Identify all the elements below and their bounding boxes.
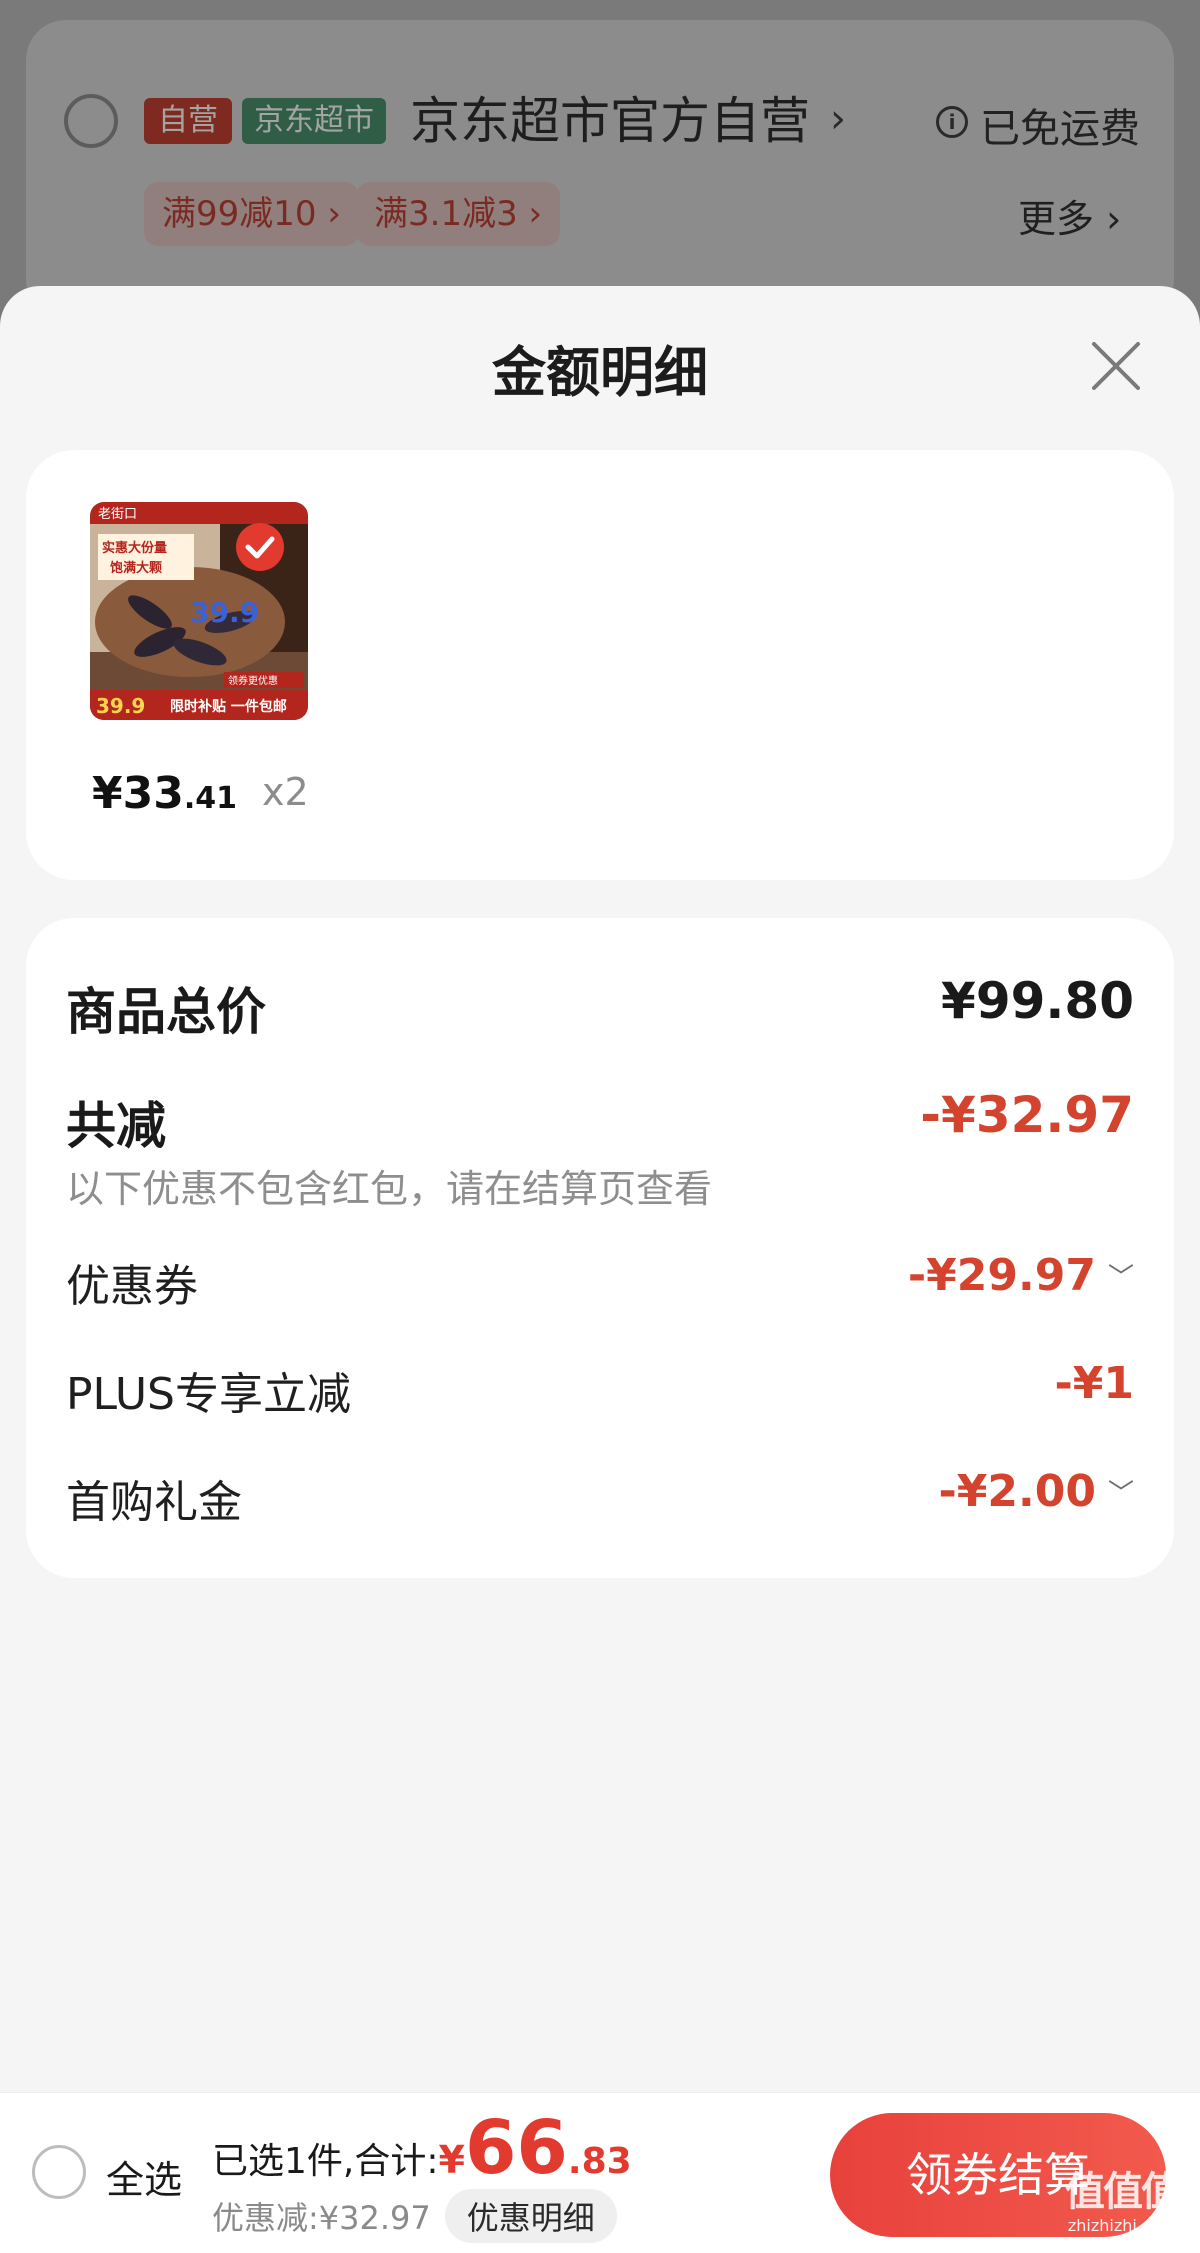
select-all-radio[interactable] xyxy=(32,2145,86,2199)
self-operated-tag: 自营 xyxy=(144,98,232,144)
shop-card xyxy=(26,20,1174,320)
plus-discount-value: -¥1 xyxy=(1054,1358,1135,1409)
jd-supermarket-tag: 京东超市 xyxy=(242,98,386,144)
total-decimal: .83 xyxy=(567,2141,632,2182)
discount-detail-button[interactable]: 优惠明细 xyxy=(444,2189,617,2243)
badge-text: 实惠大份量 xyxy=(102,540,167,556)
total-symbol: ¥ xyxy=(438,2138,465,2182)
shop-name[interactable]: 京东超市官方自营 xyxy=(410,88,810,154)
coupon-label: 优惠券 xyxy=(66,1261,198,1312)
coupon-value: -¥29.97 xyxy=(907,1250,1096,1301)
first-purchase-value: -¥2.00 xyxy=(938,1466,1096,1517)
product-quantity: x2 xyxy=(262,770,309,814)
info-icon[interactable]: i xyxy=(936,106,968,138)
coupon-row-value[interactable]: -¥29.97 ﹀ xyxy=(908,1250,1134,1301)
checkout-bar: 全选 已选1件,合计:¥66.83 优惠减:¥32.97 优惠明细 领券结算 xyxy=(0,2092,1200,2253)
sheet-title: 金额明细 xyxy=(492,341,708,404)
price-decimal: .41 xyxy=(183,781,238,816)
free-shipping-label: 已免运费 xyxy=(980,106,1140,152)
price-tag-text: 39.9 xyxy=(190,596,259,629)
goods-total-label: 商品总价 xyxy=(66,983,266,1041)
coupon-text: 领券更优惠 xyxy=(228,674,278,687)
close-icon[interactable] xyxy=(1086,336,1146,396)
selected-count-text: 已选1件,合计: xyxy=(212,2141,439,2182)
chevron-down-icon[interactable]: ﹀ xyxy=(1108,1473,1134,1510)
price-tag-text: 39.9 xyxy=(96,694,145,718)
product-card: 老街口 实惠大份量 饱满大颗 39.9 领券更优惠 39.9 限时补贴 一件包邮… xyxy=(26,450,1174,880)
discount-line: 优惠减:¥32.97 优惠明细 xyxy=(212,2189,617,2243)
chevron-down-icon[interactable]: ﹀ xyxy=(1108,1257,1134,1294)
plus-discount-label: PLUS专享立减 xyxy=(66,1369,351,1420)
total-integer: 66 xyxy=(464,2105,568,2191)
goods-total-value: ¥99.80 xyxy=(941,972,1134,1030)
promo-tag[interactable]: 满3.1减3 › xyxy=(356,182,561,246)
select-all-label[interactable]: 全选 xyxy=(106,2149,182,2204)
watermark-url: zhizhizhi.com xyxy=(1067,2216,1177,2235)
total-discount-label: 共减 xyxy=(66,1097,166,1155)
first-purchase-row-value[interactable]: -¥2.00 ﹀ xyxy=(939,1466,1134,1517)
promo-tag[interactable]: 满99减10 › xyxy=(144,182,359,246)
discount-amount-text: 优惠减:¥32.97 xyxy=(212,2199,431,2237)
first-purchase-label: 首购礼金 xyxy=(66,1477,242,1528)
chevron-right-icon: › xyxy=(830,96,846,142)
brand-text: 老街口 xyxy=(98,507,137,522)
product-price: ¥33.41 xyxy=(92,768,237,819)
amount-detail-sheet: 金额明细 老街口 实惠大份量 饱满大颗 39.9 领券更优惠 39.9 限时补贴… xyxy=(0,286,1200,2092)
price-integer: ¥33 xyxy=(92,768,184,819)
product-thumbnail[interactable]: 老街口 实惠大份量 饱满大颗 39.9 领券更优惠 39.9 限时补贴 一件包邮 xyxy=(90,502,308,720)
watermark: 值值值 zhizhizhi.com xyxy=(1050,2168,1194,2236)
price-summary-card: 商品总价 ¥99.80 共减 -¥32.97 以下优惠不包含红包，请在结算页查看… xyxy=(26,918,1174,1578)
shop-select-radio[interactable] xyxy=(64,94,118,148)
watermark-logo: 值值值 xyxy=(1065,2169,1181,2215)
discount-note: 以下优惠不包含红包，请在结算页查看 xyxy=(66,1167,713,1211)
badge-text: 饱满大颗 xyxy=(109,560,162,576)
promo-banner-text: 限时补贴 一件包邮 xyxy=(170,698,287,715)
more-promos-button[interactable]: 更多 › xyxy=(1018,188,1121,243)
total-line: 已选1件,合计:¥66.83 xyxy=(212,2111,632,2185)
total-discount-value: -¥32.97 xyxy=(920,1086,1134,1144)
